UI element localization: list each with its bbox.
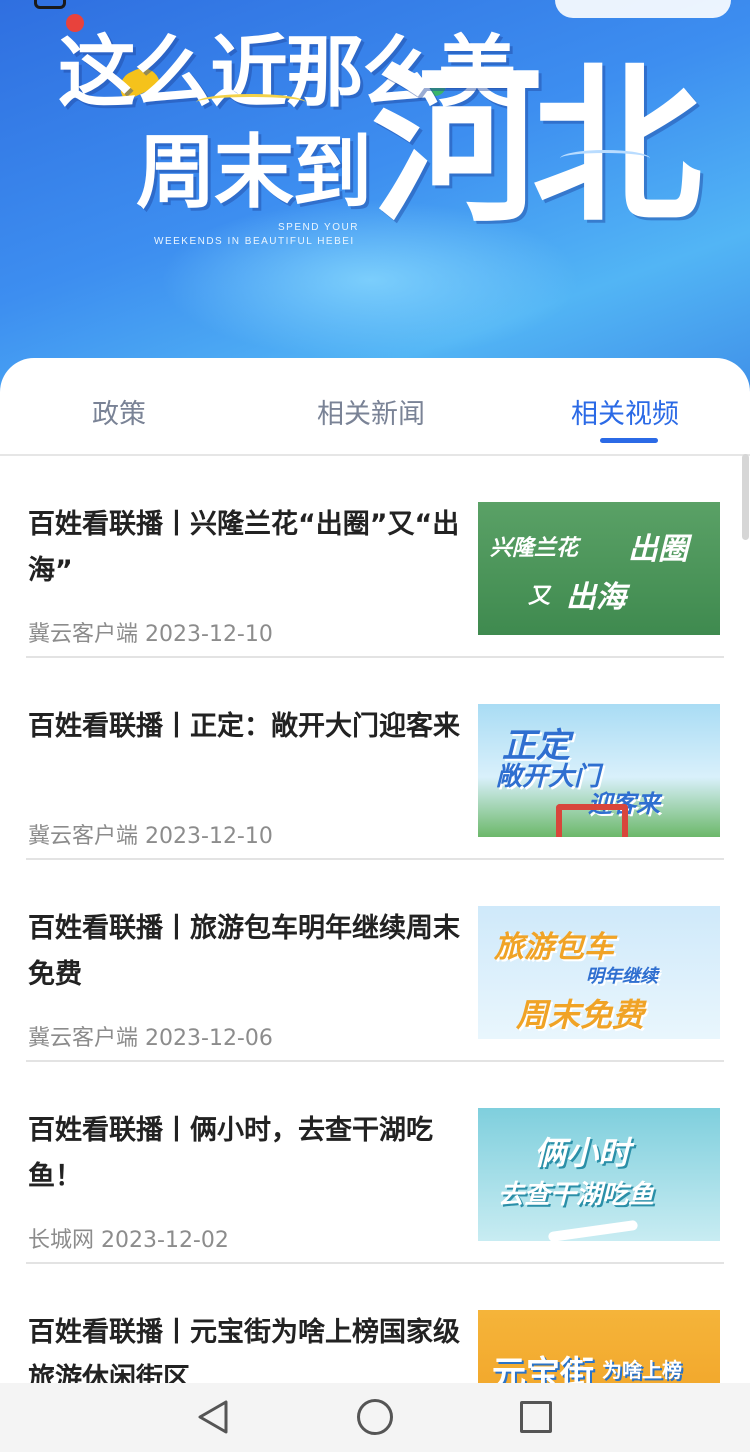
thumb-text: 又: [528, 583, 551, 609]
list-item[interactable]: 百姓看联播丨正定：敞开大门迎客来 冀云客户端 2023-12-10 正定 敞开大…: [0, 658, 750, 860]
thumb-text: 敞开大门: [496, 762, 601, 792]
thumb-text: 俩小时: [534, 1134, 631, 1172]
item-date: 2023-12-06: [145, 1026, 273, 1051]
video-thumbnail[interactable]: 正定 敞开大门 迎客来: [478, 704, 720, 837]
list-item[interactable]: 百姓看联播丨旅游包车明年继续周末免费 冀云客户端 2023-12-06 旅游包车…: [0, 860, 750, 1062]
item-source: 长城网: [28, 1228, 95, 1253]
item-title: 百姓看联播丨旅游包车明年继续周末免费: [28, 913, 460, 990]
banner-subtitle: WEEKENDS IN BEAUTIFUL HEBEI: [154, 236, 355, 247]
hero-banner: 这么近那么美 周末到 河北 SPEND YOUR WEEKENDS IN BEA…: [0, 0, 750, 400]
item-date: 2023-12-10: [145, 824, 273, 849]
item-source: 冀云客户端: [28, 824, 139, 849]
system-nav-bar: [0, 1383, 750, 1452]
share-icon[interactable]: [34, 0, 66, 9]
thumb-text: 周末免费: [516, 996, 645, 1034]
banner-title-line2: 周末到: [136, 126, 372, 219]
list-item[interactable]: 百姓看联播丨元宝街为啥上榜国家级旅游休闲街区 元宝街 为啥上榜: [0, 1264, 750, 1383]
item-source: 冀云客户端: [28, 622, 139, 647]
content-panel: 政策 相关新闻 相关视频 百姓看联播丨兴隆兰花“出圈”又“出海” 冀云客户端 2…: [0, 358, 750, 1383]
thumb-text: 出海: [566, 580, 626, 615]
video-thumbnail[interactable]: 俩小时 去查干湖吃鱼: [478, 1108, 720, 1241]
active-tab-indicator: [600, 438, 658, 443]
tab-bar: 政策 相关新闻 相关视频: [0, 358, 750, 456]
video-thumbnail[interactable]: 兴隆兰花 出圈 又 出海: [478, 502, 720, 635]
video-thumbnail[interactable]: 旅游包车 明年继续 周末免费: [478, 906, 720, 1039]
list-item[interactable]: 百姓看联播丨俩小时，去查干湖吃鱼！ 长城网 2023-12-02 俩小时 去查干…: [0, 1062, 750, 1264]
thumb-text: 明年继续: [586, 966, 658, 987]
banner-title-hebei: 河北: [372, 48, 702, 246]
item-meta: 冀云客户端 2023-12-06: [28, 1020, 273, 1052]
banner-subtitle: SPEND YOUR: [278, 222, 359, 233]
tab-policy[interactable]: 政策: [92, 392, 146, 431]
item-meta: 长城网 2023-12-02: [28, 1222, 229, 1254]
circle-home-icon[interactable]: [357, 1399, 393, 1435]
thumb-text: 为啥上榜: [602, 1358, 682, 1382]
item-date: 2023-12-02: [101, 1228, 229, 1253]
thumb-text: 兴隆兰花: [490, 535, 579, 561]
decor-wave-icon: [560, 150, 650, 167]
item-date: 2023-12-10: [145, 622, 273, 647]
item-title: 百姓看联播丨俩小时，去查干湖吃鱼！: [28, 1115, 433, 1192]
triangle-back-icon[interactable]: [196, 1399, 230, 1435]
thumb-text: 去查干湖吃鱼: [498, 1180, 655, 1210]
airplane-icon: [547, 1219, 639, 1241]
list-item[interactable]: 百姓看联播丨兴隆兰花“出圈”又“出海” 冀云客户端 2023-12-10 兴隆兰…: [0, 456, 750, 658]
item-title: 百姓看联播丨元宝街为啥上榜国家级旅游休闲街区: [28, 1317, 460, 1383]
tab-related-news[interactable]: 相关新闻: [317, 392, 425, 431]
gate-icon: [556, 804, 628, 837]
item-meta: 冀云客户端 2023-12-10: [28, 616, 273, 648]
item-title: 百姓看联播丨兴隆兰花“出圈”又“出海”: [28, 509, 460, 586]
square-recent-icon[interactable]: [520, 1401, 552, 1433]
item-meta: 冀云客户端 2023-12-10: [28, 818, 273, 850]
thumb-text: 出圈: [628, 532, 688, 567]
item-title: 百姓看联播丨正定：敞开大门迎客来: [28, 711, 460, 742]
tab-related-videos[interactable]: 相关视频: [571, 392, 679, 431]
thumb-text: 旅游包车: [494, 930, 614, 965]
top-capsule-button[interactable]: [555, 0, 731, 18]
video-thumbnail[interactable]: 元宝街 为啥上榜: [478, 1310, 720, 1383]
thumb-text: 元宝街: [492, 1354, 594, 1383]
item-source: 冀云客户端: [28, 1026, 139, 1051]
